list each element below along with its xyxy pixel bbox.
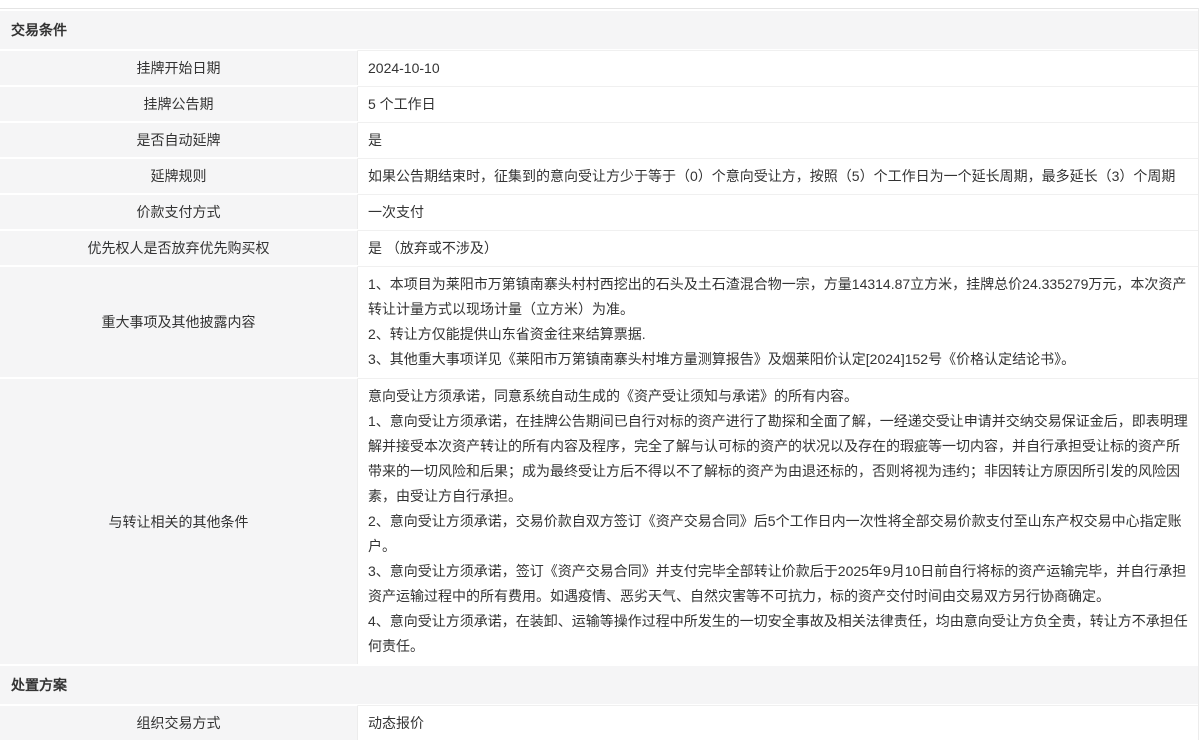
- value-paragraph: 1、本项目为莱阳市万第镇南寨头村村西挖出的石头及土石渣混合物一宗，方量14314…: [368, 272, 1188, 322]
- field-label: 与转让相关的其他条件: [0, 378, 358, 664]
- field-label: 是否自动延牌: [0, 122, 358, 157]
- field-value: 是: [358, 122, 1198, 157]
- field-label: 挂牌公告期: [0, 86, 358, 121]
- field-label: 挂牌开始日期: [0, 50, 358, 85]
- field-label: 延牌规则: [0, 158, 358, 193]
- field-value: 如果公告期结束时，征集到的意向受让方少于等于（0）个意向受让方，按照（5）个工作…: [358, 158, 1198, 193]
- value-paragraph: 4、意向受让方须承诺，在装卸、运输等操作过程中所发生的一切安全事故及相关法律责任…: [368, 609, 1188, 659]
- row-listing-start-date: 挂牌开始日期 2024-10-10: [0, 50, 1198, 85]
- value-paragraph: 3、意向受让方须承诺，签订《资产交易合同》并支付完毕全部转让价款后于2025年9…: [368, 559, 1188, 609]
- value-paragraph: 2、意向受让方须承诺，交易价款自双方签订《资产交易合同》后5个工作日内一次性将全…: [368, 509, 1188, 559]
- value-paragraph: 2、转让方仅能提供山东省资金往来结算票据.: [368, 322, 1188, 347]
- row-payment-method: 价款支付方式 一次支付: [0, 194, 1198, 229]
- field-value: 5 个工作日: [358, 86, 1198, 121]
- section-title: 处置方案: [11, 675, 67, 695]
- field-label: 组织交易方式: [0, 705, 358, 740]
- section-header-trading-conditions: 交易条件: [0, 10, 1198, 49]
- listing-detail-table: 交易条件 挂牌开始日期 2024-10-10 挂牌公告期 5 个工作日 是否自动…: [0, 8, 1199, 740]
- field-value: 意向受让方须承诺，同意系统自动生成的《资产受让须知与承诺》的所有内容。1、意向受…: [358, 378, 1198, 664]
- row-auto-extension: 是否自动延牌 是: [0, 122, 1198, 157]
- field-label: 重大事项及其他披露内容: [0, 266, 358, 377]
- field-label: 价款支付方式: [0, 194, 358, 229]
- field-value: 动态报价: [358, 705, 1198, 740]
- section-header-disposal-plan: 处置方案: [0, 665, 1198, 704]
- section-title: 交易条件: [11, 20, 67, 40]
- value-paragraph: 意向受让方须承诺，同意系统自动生成的《资产受让须知与承诺》的所有内容。: [368, 384, 1188, 409]
- value-paragraph: 3、其他重大事项详见《莱阳市万第镇南寨头村堆方量测算报告》及烟莱阳价认定[202…: [368, 347, 1188, 372]
- field-value: 一次支付: [358, 194, 1198, 229]
- row-other-transfer-conditions: 与转让相关的其他条件 意向受让方须承诺，同意系统自动生成的《资产受让须知与承诺》…: [0, 378, 1198, 664]
- field-value: 1、本项目为莱阳市万第镇南寨头村村西挖出的石头及土石渣混合物一宗，方量14314…: [358, 266, 1198, 377]
- field-label: 优先权人是否放弃优先购买权: [0, 230, 358, 265]
- row-major-disclosures: 重大事项及其他披露内容 1、本项目为莱阳市万第镇南寨头村村西挖出的石头及土石渣混…: [0, 266, 1198, 377]
- row-priority-right-waiver: 优先权人是否放弃优先购买权 是 （放弃或不涉及）: [0, 230, 1198, 265]
- value-paragraph: 1、意向受让方须承诺，在挂牌公告期间已自行对标的资产进行了勘探和全面了解，一经递…: [368, 409, 1188, 509]
- row-announcement-period: 挂牌公告期 5 个工作日: [0, 86, 1198, 121]
- row-extension-rule: 延牌规则 如果公告期结束时，征集到的意向受让方少于等于（0）个意向受让方，按照（…: [0, 158, 1198, 193]
- field-value: 2024-10-10: [358, 50, 1198, 85]
- row-trade-organization-method: 组织交易方式 动态报价: [0, 705, 1198, 740]
- field-value: 是 （放弃或不涉及）: [358, 230, 1198, 265]
